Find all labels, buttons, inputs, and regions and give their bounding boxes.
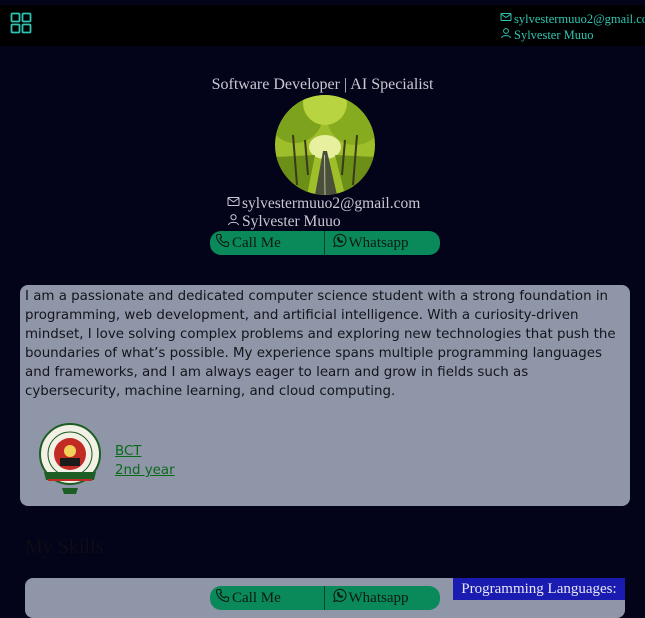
hero-name-row: Sylvester Muuo bbox=[227, 213, 420, 231]
phone-icon bbox=[215, 233, 230, 253]
hero-email: sylvestermuuo2@gmail.com bbox=[242, 195, 421, 212]
hero-contact: sylvestermuuo2@gmail.com Sylvester Muuo bbox=[227, 195, 420, 231]
whatsapp-button[interactable]: Whatsapp bbox=[323, 586, 441, 610]
about-card: I am a passionate and dedicated computer… bbox=[20, 285, 630, 506]
whatsapp-icon bbox=[332, 588, 347, 608]
whatsapp-label: Whatsapp bbox=[348, 234, 409, 251]
year-link[interactable]: 2nd year bbox=[115, 461, 175, 480]
education-links: BCT 2nd year bbox=[115, 442, 175, 480]
mail-icon bbox=[500, 11, 512, 27]
top-bar: sylvestermuuo2@gmail.com Sylvester Muuo bbox=[0, 5, 645, 46]
header-name: Sylvester Muuo bbox=[514, 27, 594, 42]
contact-buttons: Call Me Whatsapp bbox=[210, 231, 440, 255]
whatsapp-icon bbox=[332, 233, 347, 253]
call-me-label: Call Me bbox=[232, 589, 281, 606]
skills-heading: My Skills bbox=[25, 536, 104, 558]
call-me-button[interactable]: Call Me bbox=[210, 231, 324, 255]
header-email: sylvestermuuo2@gmail.com bbox=[514, 11, 645, 26]
header-contact: sylvestermuuo2@gmail.com Sylvester Muuo bbox=[500, 11, 645, 43]
mail-icon bbox=[227, 195, 240, 213]
university-logo bbox=[38, 422, 102, 500]
floating-contact-buttons: Call Me Whatsapp bbox=[210, 586, 440, 610]
whatsapp-button[interactable]: Whatsapp bbox=[323, 231, 441, 255]
grid-menu-icon[interactable] bbox=[10, 12, 32, 34]
role-title: Software Developer | AI Specialist bbox=[211, 76, 434, 93]
header-email-row[interactable]: sylvestermuuo2@gmail.com bbox=[500, 11, 645, 27]
hero-email-row[interactable]: sylvestermuuo2@gmail.com bbox=[227, 195, 420, 213]
user-icon bbox=[500, 27, 512, 43]
call-me-button[interactable]: Call Me bbox=[210, 586, 324, 610]
whatsapp-label: Whatsapp bbox=[348, 589, 409, 606]
call-me-label: Call Me bbox=[232, 234, 281, 251]
phone-icon bbox=[215, 588, 230, 608]
course-link[interactable]: BCT bbox=[115, 442, 175, 461]
header-name-row: Sylvester Muuo bbox=[500, 27, 645, 43]
about-text: I am a passionate and dedicated computer… bbox=[25, 289, 616, 399]
hero-name: Sylvester Muuo bbox=[242, 213, 341, 230]
profile-photo bbox=[275, 95, 375, 195]
user-icon bbox=[227, 213, 240, 231]
programming-languages-tag: Programming Languages: bbox=[453, 578, 625, 600]
